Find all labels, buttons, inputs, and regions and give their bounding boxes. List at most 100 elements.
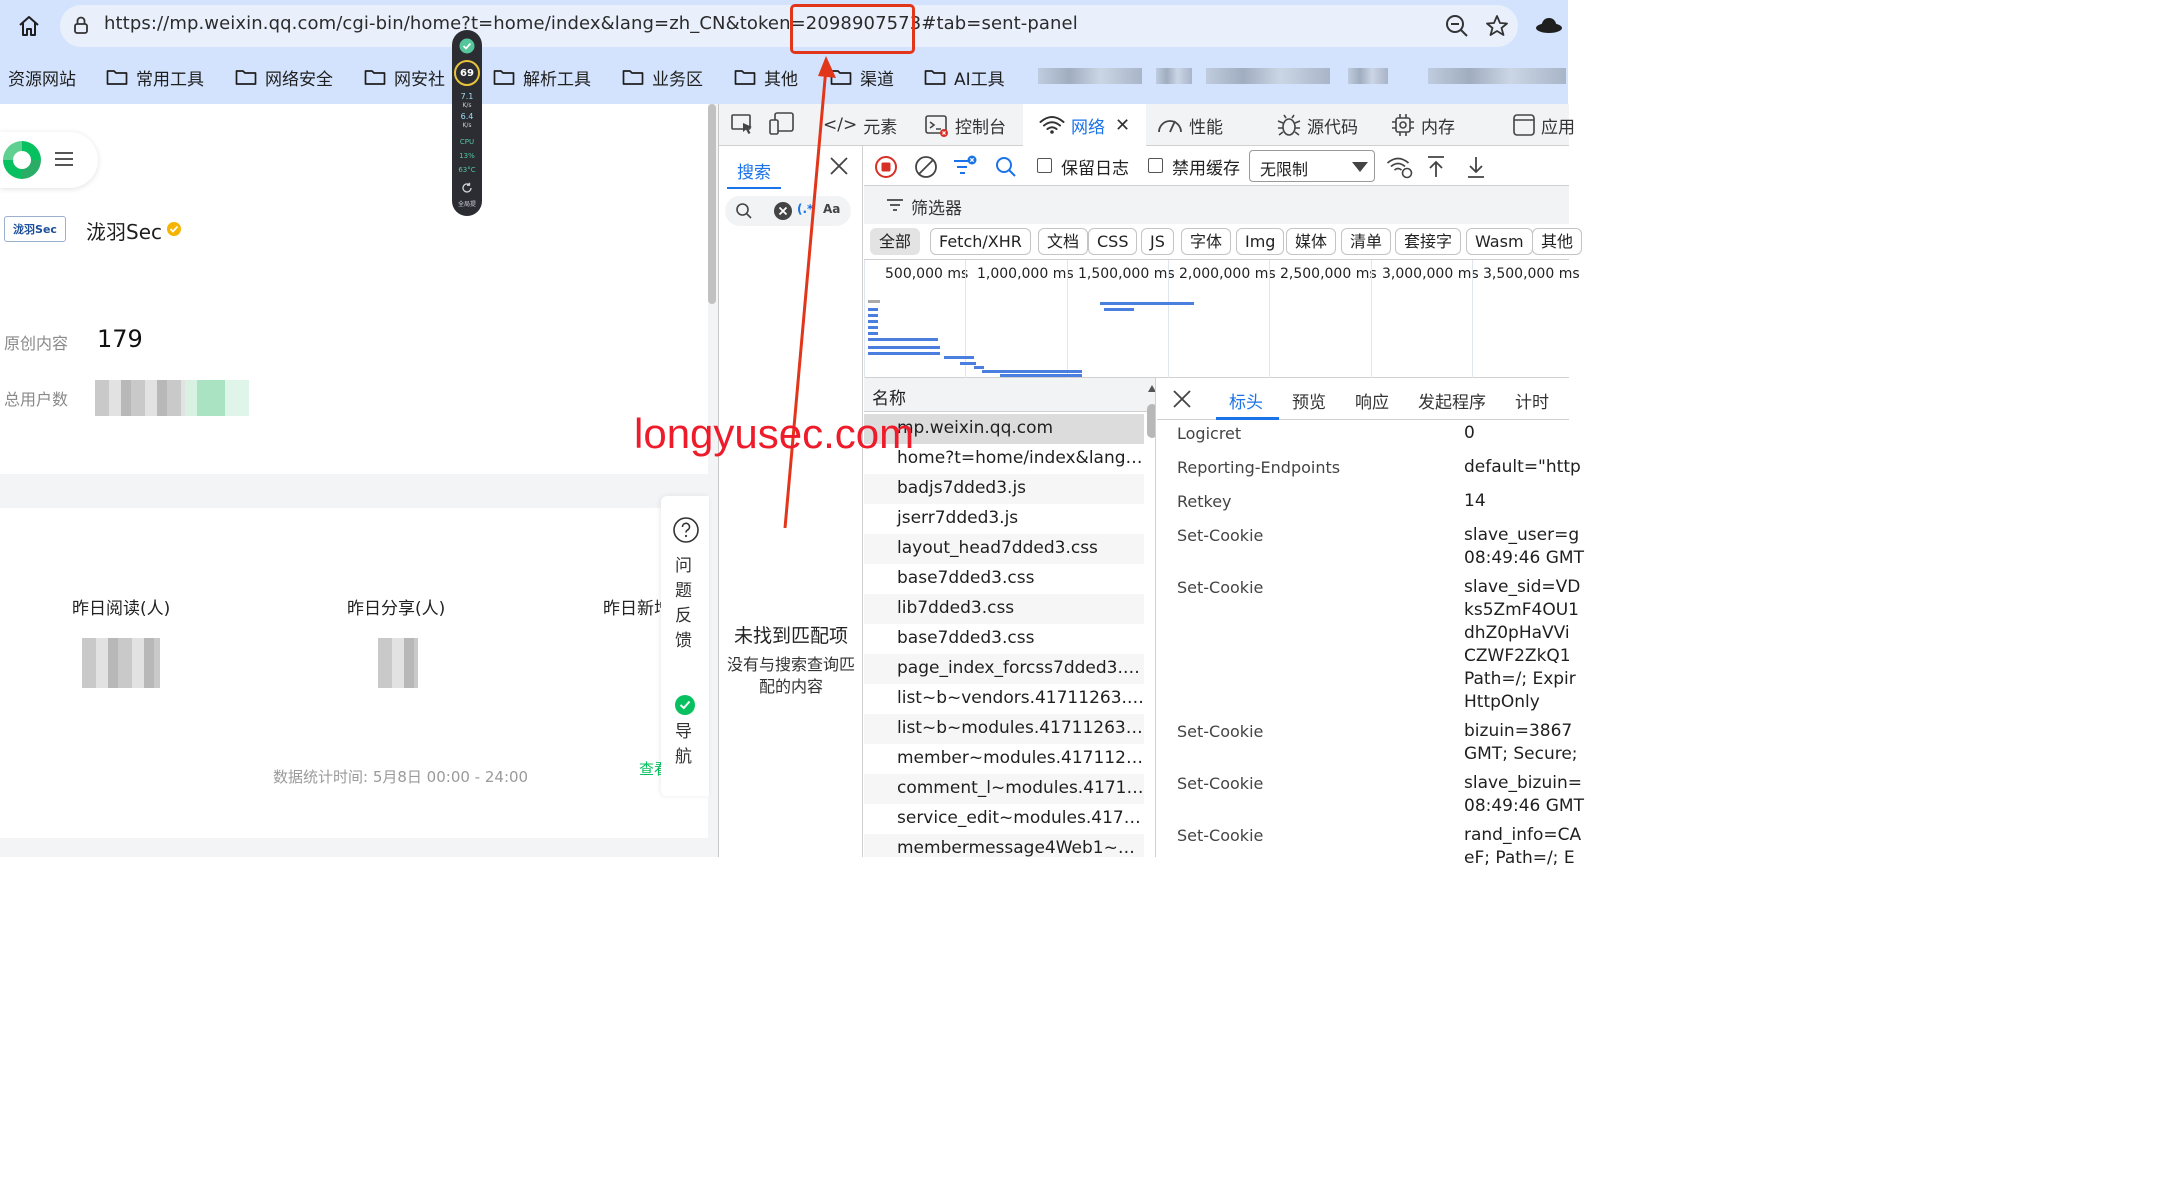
upload-icon[interactable] — [1426, 155, 1446, 179]
request-row[interactable]: membermessage4Web1~e.js — [864, 834, 1144, 857]
download-icon[interactable] — [1466, 155, 1486, 179]
bookmark-folder[interactable]: 业务区 — [622, 62, 703, 92]
site-info-icon[interactable] — [70, 14, 92, 36]
bookmark-folder[interactable]: 网安社 — [364, 62, 445, 92]
type-filter-img[interactable]: Img — [1236, 228, 1285, 255]
throttle-select[interactable]: 无限制 — [1249, 150, 1375, 182]
request-row[interactable]: list~b~vendors.41711263.chunk.js — [864, 684, 1144, 714]
tab-elements[interactable]: </> 元素 — [823, 104, 897, 146]
nav-button[interactable]: 导航 — [675, 720, 697, 770]
home-button[interactable] — [12, 9, 46, 43]
logo-menu-pill[interactable] — [0, 132, 98, 188]
tab-preview[interactable]: 预览 — [1292, 388, 1326, 413]
page-scrollbar[interactable] — [708, 104, 716, 304]
bookmark-folder[interactable]: 网络安全 — [235, 62, 333, 92]
blurred-bookmark — [1348, 68, 1388, 84]
request-row[interactable]: base7dded3.css — [864, 564, 1144, 594]
tab-initiator[interactable]: 发起程序 — [1418, 388, 1486, 413]
folder-icon — [235, 70, 257, 85]
type-filter-font[interactable]: 字体 — [1181, 228, 1232, 255]
disable-cache-checkbox[interactable] — [1148, 158, 1163, 173]
name-column-header[interactable]: 名称 — [864, 378, 1155, 412]
filter-toggle-icon[interactable] — [952, 155, 978, 179]
type-filter-js[interactable]: JS — [1141, 228, 1174, 255]
type-filter-xhr[interactable]: Fetch/XHR — [930, 228, 1031, 255]
header-value: 0 — [1464, 423, 1475, 443]
monitor-download: 6.4 — [460, 112, 474, 121]
search-icon[interactable] — [994, 155, 1018, 179]
clear-log-icon[interactable] — [914, 155, 938, 179]
profile-hat-icon[interactable] — [1534, 12, 1564, 38]
type-filter-media[interactable]: 媒体 — [1286, 228, 1337, 255]
request-row[interactable]: badjs7dded3.js — [864, 474, 1144, 504]
clear-icon[interactable] — [773, 201, 793, 221]
tab-response[interactable]: 响应 — [1355, 388, 1389, 413]
tab-sources[interactable]: 源代码 — [1277, 104, 1358, 146]
request-row[interactable]: list~b~modules.41711263.chunk.js — [864, 714, 1144, 744]
bookmark-item[interactable]: 资源网站 — [8, 62, 76, 92]
tab-network[interactable]: 网络 ✕ — [1023, 104, 1147, 146]
type-filter-css[interactable]: CSS — [1088, 228, 1138, 255]
record-icon[interactable] — [874, 155, 898, 179]
filter-placeholder: 筛选器 — [911, 199, 962, 219]
type-filter-ws[interactable]: 套接字 — [1395, 228, 1462, 255]
request-list-scrollbar[interactable] — [1147, 404, 1155, 438]
header-value: rand_info=CA eF; Path=/; E — [1464, 825, 1582, 868]
type-filter-wasm[interactable]: Wasm — [1466, 228, 1533, 255]
bookmark-folder[interactable]: 其他 — [734, 62, 798, 92]
tab-performance[interactable]: 性能 — [1157, 104, 1223, 146]
search-tab[interactable]: 搜索 — [727, 154, 781, 189]
preserve-log-label: 保留日志 — [1061, 159, 1129, 179]
help-icon[interactable] — [672, 516, 700, 544]
close-icon[interactable] — [829, 156, 849, 176]
device-toggle-icon[interactable] — [769, 112, 795, 136]
type-filter-other[interactable]: 其他 — [1532, 228, 1583, 255]
network-overview[interactable]: 500,000 ms 1,000,000 ms 1,500,000 ms 2,0… — [864, 260, 1580, 378]
bookmark-folder[interactable]: 解析工具 — [493, 62, 591, 92]
search-input[interactable]: (.* Aa — [725, 196, 851, 226]
request-row[interactable]: service_edit~modules.41711263.js — [864, 804, 1144, 834]
stat-time-text: 数据统计时间: 5月8日 00:00 - 24:00 — [273, 768, 529, 786]
header-value: slave_user=g 08:49:46 GMT — [1464, 525, 1584, 568]
bookmark-folder[interactable]: AI工具 — [924, 62, 1005, 92]
tab-application[interactable]: 应用 — [1513, 104, 1575, 146]
address-bar[interactable]: https://mp.weixin.qq.com/cgi-bin/home?t=… — [60, 5, 1518, 47]
monitor-accel: 全局提 — [457, 201, 476, 208]
bookmark-folder[interactable]: 常用工具 — [106, 62, 204, 92]
match-case-toggle[interactable]: Aa — [823, 202, 840, 216]
bookmark-folder[interactable]: 渠道 — [830, 62, 894, 92]
request-row[interactable]: comment_l~modules.41711263.js — [864, 774, 1144, 804]
system-monitor-widget[interactable]: 69 7.1 K/s 6.4 K/s CPU 13% 63°C 全局提 — [452, 30, 482, 216]
zoom-icon[interactable] — [1444, 13, 1470, 39]
request-row[interactable]: base7dded3.css — [864, 624, 1144, 654]
type-filter-doc[interactable]: 文档 — [1038, 228, 1089, 255]
tab-headers[interactable]: 标头 — [1229, 388, 1263, 413]
inspect-element-icon[interactable] — [731, 114, 755, 136]
view-more-link[interactable]: 查看 — [639, 758, 661, 779]
url-text[interactable]: https://mp.weixin.qq.com/cgi-bin/home?t=… — [104, 13, 1078, 34]
tab-memory[interactable]: 内存 — [1391, 104, 1455, 146]
request-row[interactable]: page_index_forcss7dded3.css — [864, 654, 1144, 684]
regex-toggle[interactable]: (.* — [797, 202, 813, 216]
network-conditions-icon[interactable] — [1386, 155, 1414, 179]
request-row[interactable]: layout_head7dded3.css — [864, 534, 1144, 564]
waterfall-bar — [868, 314, 878, 317]
blurred-bookmark — [1038, 68, 1142, 84]
sort-arrow-icon[interactable] — [1147, 384, 1156, 394]
close-icon[interactable]: ✕ — [1115, 115, 1130, 136]
nav-check-icon[interactable] — [674, 694, 696, 716]
preserve-log-checkbox[interactable] — [1037, 158, 1052, 173]
request-row[interactable]: lib7dded3.css — [864, 594, 1144, 624]
type-filter-all[interactable]: 全部 — [870, 228, 921, 255]
tab-console[interactable]: 控制台 — [925, 104, 1006, 146]
request-row[interactable]: jserr7dded3.js — [864, 504, 1144, 534]
bookmark-star-icon[interactable] — [1484, 13, 1510, 39]
request-row[interactable]: member~modules.41711263.chunk.js — [864, 744, 1144, 774]
close-icon[interactable] — [1173, 390, 1191, 408]
filter-bar[interactable]: 筛选器 — [864, 186, 1569, 224]
feedback-button[interactable]: 问题反馈 — [675, 554, 697, 654]
type-filter-manifest[interactable]: 清单 — [1341, 228, 1392, 255]
blurred-bookmark — [1206, 68, 1330, 84]
tab-timing[interactable]: 计时 — [1515, 388, 1549, 413]
menu-icon[interactable] — [54, 150, 74, 168]
